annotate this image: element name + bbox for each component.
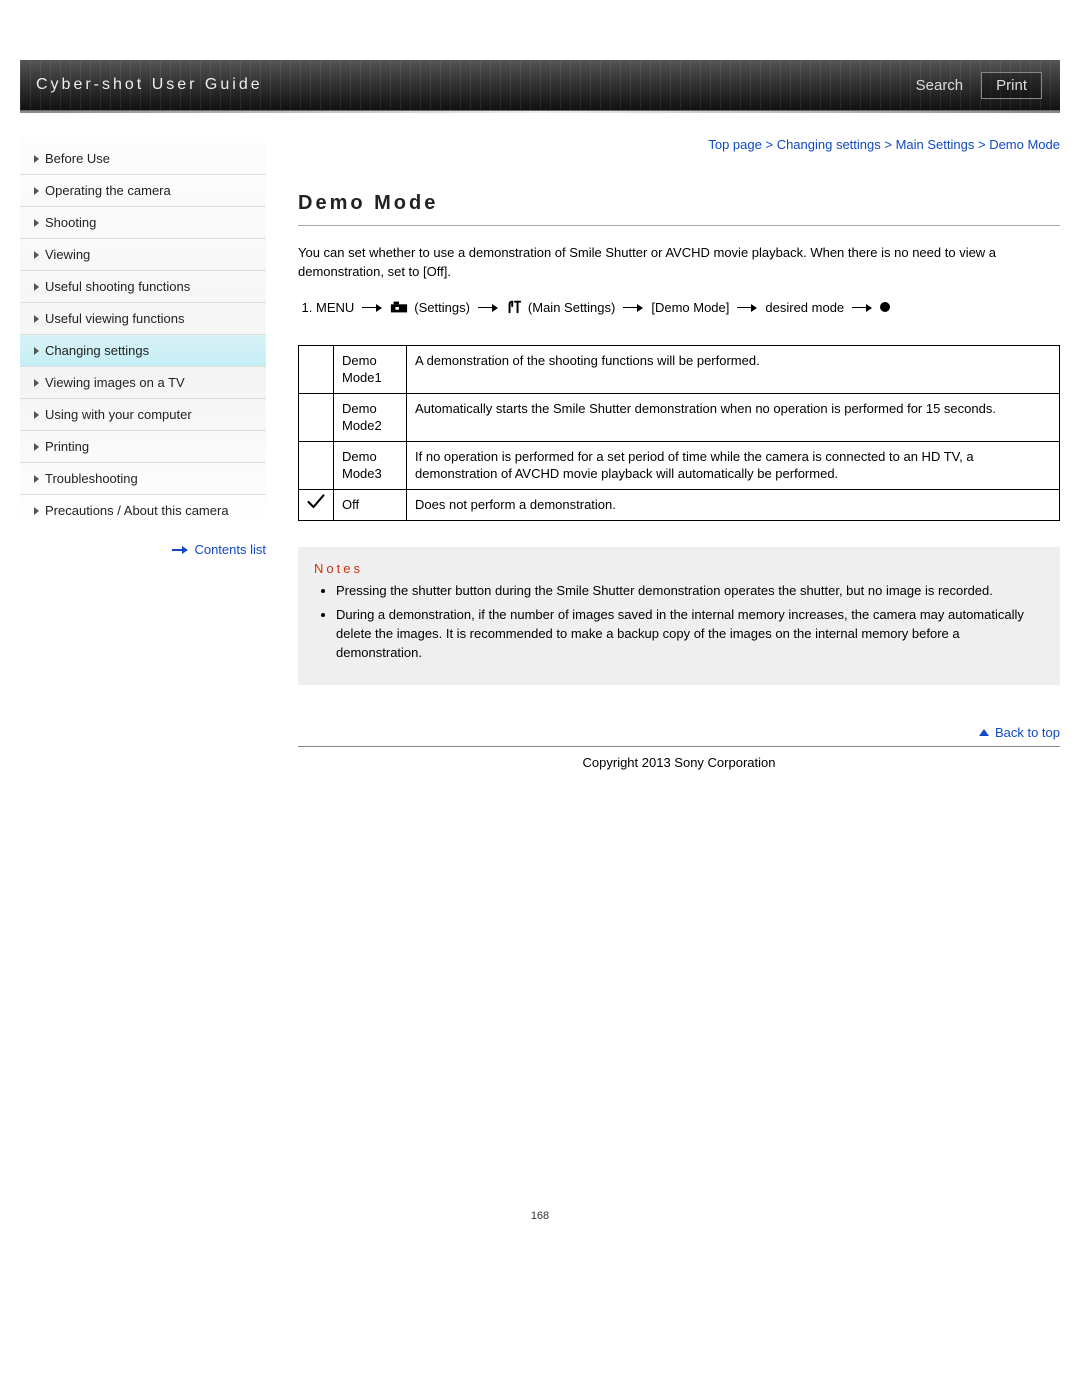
header-bar: Cyber-shot User Guide Search Print: [20, 60, 1060, 111]
sidebar-item-label: Viewing: [45, 247, 90, 262]
option-desc: Automatically starts the Smile Shutter d…: [407, 393, 1060, 441]
step-list: MENU (Settings): [298, 300, 1060, 315]
main-content: Top page > Changing settings > Main Sett…: [298, 137, 1060, 810]
breadcrumb-link[interactable]: Changing settings: [777, 137, 881, 152]
option-desc: Does not perform a demonstration.: [407, 489, 1060, 520]
table-row: OffDoes not perform a demonstration.: [299, 489, 1060, 520]
option-name: Demo Mode3: [334, 441, 407, 489]
contents-list-label: Contents list: [194, 542, 266, 557]
option-check-cell: [299, 489, 334, 520]
breadcrumb-link[interactable]: Demo Mode: [989, 137, 1060, 152]
step-text: [Demo Mode]: [651, 300, 729, 315]
triangle-right-icon: [34, 155, 39, 163]
checkmark-icon: [306, 492, 326, 512]
sidebar-item-label: Useful shooting functions: [45, 279, 190, 294]
table-row: Demo Mode2Automatically starts the Smile…: [299, 393, 1060, 441]
sidebar-item[interactable]: Useful shooting functions: [20, 271, 266, 303]
sidebar-item-label: Using with your computer: [45, 407, 192, 422]
sidebar-item[interactable]: Useful viewing functions: [20, 303, 266, 335]
table-row: Demo Mode1A demonstration of the shootin…: [299, 345, 1060, 393]
triangle-right-icon: [34, 347, 39, 355]
sidebar-item[interactable]: Using with your computer: [20, 399, 266, 431]
sidebar-item-label: Precautions / About this camera: [45, 503, 229, 518]
sidebar-item-label: Operating the camera: [45, 183, 171, 198]
print-button[interactable]: Print: [981, 72, 1042, 99]
arrow-icon: [623, 303, 643, 311]
settings-icon: [390, 300, 408, 314]
breadcrumb-link[interactable]: Top page: [708, 137, 762, 152]
option-name: Demo Mode1: [334, 345, 407, 393]
sidebar-item[interactable]: Precautions / About this camera: [20, 495, 266, 526]
sidebar-item-label: Troubleshooting: [45, 471, 138, 486]
breadcrumb: Top page > Changing settings > Main Sett…: [298, 137, 1060, 152]
option-desc: If no operation is performed for a set p…: [407, 441, 1060, 489]
notes-box: Notes Pressing the shutter button during…: [298, 547, 1060, 685]
option-desc: A demonstration of the shooting function…: [407, 345, 1060, 393]
sidebar-item[interactable]: Changing settings: [20, 335, 266, 367]
arrow-icon: [478, 303, 498, 311]
triangle-right-icon: [34, 475, 39, 483]
option-check-cell: [299, 393, 334, 441]
option-check-cell: [299, 345, 334, 393]
breadcrumb-link[interactable]: Main Settings: [896, 137, 975, 152]
sidebar-item-label: Viewing images on a TV: [45, 375, 185, 390]
triangle-right-icon: [34, 443, 39, 451]
options-table: Demo Mode1A demonstration of the shootin…: [298, 345, 1060, 521]
confirm-dot-icon: [880, 302, 890, 312]
arrow-icon: [737, 303, 757, 311]
option-name: Off: [334, 489, 407, 520]
step-text: MENU: [316, 300, 354, 315]
back-to-top-link[interactable]: Back to top: [298, 725, 1060, 740]
sidebar-item[interactable]: Troubleshooting: [20, 463, 266, 495]
footer-divider: [298, 746, 1060, 747]
sidebar-item[interactable]: Operating the camera: [20, 175, 266, 207]
sidebar-item[interactable]: Viewing: [20, 239, 266, 271]
sidebar-item[interactable]: Before Use: [20, 143, 266, 175]
triangle-right-icon: [34, 411, 39, 419]
sidebar-item[interactable]: Shooting: [20, 207, 266, 239]
notes-list: Pressing the shutter button during the S…: [314, 582, 1044, 663]
sidebar-item-label: Printing: [45, 439, 89, 454]
back-to-top-label: Back to top: [995, 725, 1060, 740]
page-title: Demo Mode: [298, 192, 1060, 215]
page-number: 168: [20, 1210, 1060, 1242]
triangle-right-icon: [34, 283, 39, 291]
option-name: Demo Mode2: [334, 393, 407, 441]
step-text: desired mode: [765, 300, 844, 315]
step-text: (Main Settings): [528, 300, 615, 315]
note-item: Pressing the shutter button during the S…: [336, 582, 1044, 601]
sidebar: Before Use Operating the camera Shooting Vi…: [20, 137, 266, 528]
note-item: During a demonstration, if the number of…: [336, 606, 1044, 663]
triangle-right-icon: [34, 219, 39, 227]
sidebar-item-label: Before Use: [45, 151, 110, 166]
search-link[interactable]: Search: [916, 77, 964, 94]
triangle-right-icon: [34, 187, 39, 195]
notes-heading: Notes: [314, 561, 1044, 576]
step-text: (Settings): [414, 300, 470, 315]
triangle-right-icon: [34, 379, 39, 387]
title-divider: [298, 225, 1060, 226]
triangle-right-icon: [34, 315, 39, 323]
table-row: Demo Mode3If no operation is performed f…: [299, 441, 1060, 489]
main-settings-icon: [506, 300, 522, 314]
sidebar-item-label: Useful viewing functions: [45, 311, 184, 326]
sidebar-item-label: Changing settings: [45, 343, 149, 358]
triangle-right-icon: [34, 507, 39, 515]
intro-paragraph: You can set whether to use a demonstrati…: [298, 244, 1060, 282]
option-check-cell: [299, 441, 334, 489]
site-title: Cyber-shot User Guide: [20, 76, 263, 94]
sidebar-item[interactable]: Viewing images on a TV: [20, 367, 266, 399]
copyright: Copyright 2013 Sony Corporation: [298, 755, 1060, 770]
sidebar-item-label: Shooting: [45, 215, 96, 230]
contents-list-link[interactable]: Contents list: [20, 528, 274, 557]
triangle-right-icon: [34, 251, 39, 259]
sidebar-item[interactable]: Printing: [20, 431, 266, 463]
arrow-right-icon: [172, 546, 188, 554]
triangle-up-icon: [979, 729, 989, 736]
arrow-icon: [362, 303, 382, 311]
arrow-icon: [852, 303, 872, 311]
